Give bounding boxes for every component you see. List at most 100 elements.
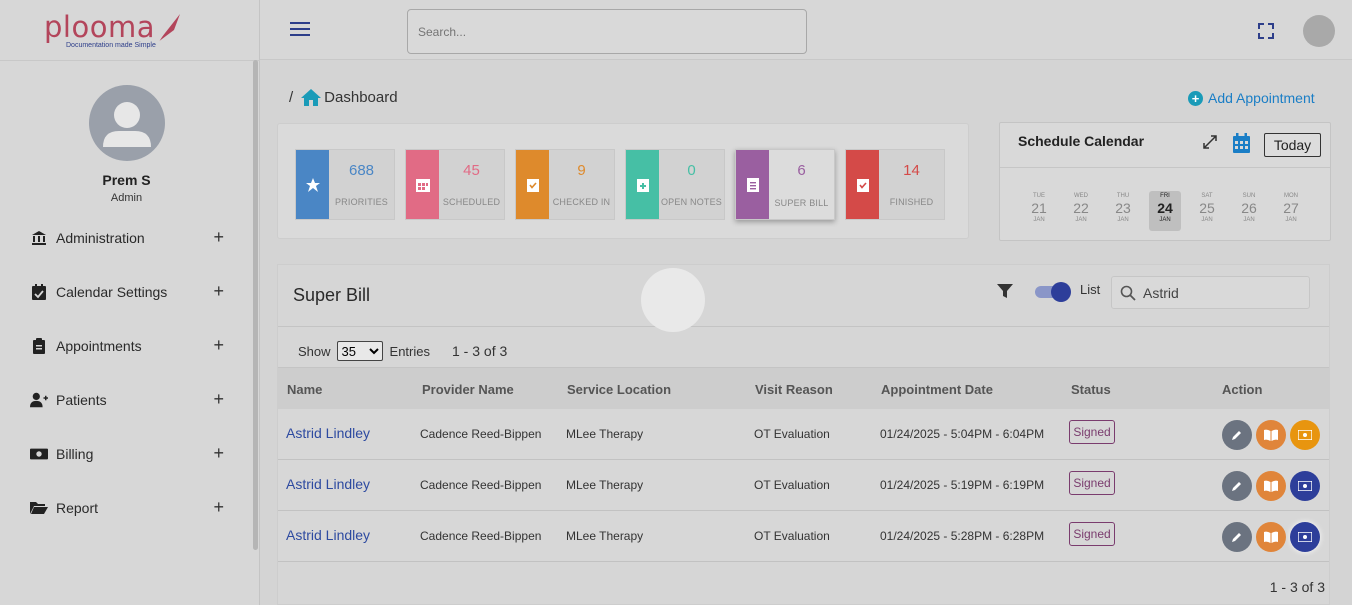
sidebar-item-report[interactable]: Report + xyxy=(30,496,230,520)
stat-label: PRIORITIES xyxy=(334,197,388,207)
day-month: JAN xyxy=(1243,217,1255,223)
money-bill-icon xyxy=(1298,532,1312,542)
list-view-toggle[interactable] xyxy=(1035,282,1071,302)
expand-plus-icon[interactable]: + xyxy=(213,444,224,462)
calendar-day-selected[interactable]: FRI 24 JAN xyxy=(1149,191,1181,231)
today-button[interactable]: Today xyxy=(1264,133,1321,157)
global-search-input[interactable] xyxy=(407,9,807,54)
table-row: Astrid Lindley Cadence Reed-Bippen MLee … xyxy=(278,511,1329,562)
calendar-day[interactable]: MON 27 JAN xyxy=(1275,191,1307,231)
logo-tagline: Documentation made Simple xyxy=(66,42,156,49)
edit-button[interactable] xyxy=(1222,471,1252,501)
table-header: Name Provider Name Service Location Visi… xyxy=(278,367,1329,409)
day-number: 24 xyxy=(1157,200,1173,216)
day-number: 25 xyxy=(1199,200,1215,216)
breadcrumb-separator: / xyxy=(289,89,294,106)
patient-name-link[interactable]: Astrid Lindley xyxy=(286,527,370,543)
stat-scheduled[interactable]: 45 SCHEDULED xyxy=(405,149,505,220)
expand-plus-icon[interactable]: + xyxy=(213,336,224,354)
patient-name-link[interactable]: Astrid Lindley xyxy=(286,476,370,492)
user-avatar xyxy=(89,85,165,161)
sidebar-item-administration[interactable]: Administration + xyxy=(30,226,230,250)
pagination-range: 1 - 3 of 3 xyxy=(452,343,508,359)
breadcrumb-current[interactable]: Dashboard xyxy=(324,89,397,106)
sidebar-scrollbar[interactable] xyxy=(253,60,258,550)
user-role: Admin xyxy=(110,192,143,204)
location-cell: MLee Therapy xyxy=(566,427,644,441)
column-header[interactable]: Service Location xyxy=(567,382,671,397)
sidebar-divider xyxy=(0,60,260,61)
patient-name-link[interactable]: Astrid Lindley xyxy=(286,425,370,441)
entries-select[interactable]: 35 xyxy=(336,341,383,361)
profile-avatar[interactable] xyxy=(1303,15,1335,47)
stat-value: 6 xyxy=(797,162,806,179)
provider-cell: Cadence Reed-Bippen xyxy=(420,478,542,492)
bill-button[interactable] xyxy=(1290,522,1320,552)
add-appointment-link[interactable]: + Add Appointment xyxy=(1188,90,1315,106)
stat-label: OPEN NOTES xyxy=(660,197,722,207)
edit-button[interactable] xyxy=(1222,420,1252,450)
sidebar-item-calendar-settings[interactable]: Calendar Settings + xyxy=(30,280,230,304)
calendar-day[interactable]: SUN 26 JAN xyxy=(1233,191,1265,231)
calendar-day[interactable]: THU 23 JAN xyxy=(1107,191,1139,231)
clipboard-done-icon xyxy=(846,150,879,219)
notes-button[interactable] xyxy=(1256,522,1286,552)
clipboard-check-icon xyxy=(516,150,549,219)
stat-super-bill[interactable]: 6 SUPER BILL xyxy=(735,149,835,220)
calendar-day[interactable]: WED 22 JAN xyxy=(1065,191,1097,231)
bill-button[interactable] xyxy=(1290,420,1320,450)
day-number: 26 xyxy=(1241,200,1257,216)
edit-button[interactable] xyxy=(1222,522,1252,552)
sidebar-item-appointments[interactable]: Appointments + xyxy=(30,334,230,358)
column-header[interactable]: Provider Name xyxy=(422,382,514,397)
column-header[interactable]: Appointment Date xyxy=(881,382,993,397)
entries-label: Entries xyxy=(389,343,430,359)
stat-finished[interactable]: 14 FINISHED xyxy=(845,149,945,220)
expand-plus-icon[interactable]: + xyxy=(213,498,224,516)
plooma-logo[interactable]: plooma Documentation made Simple xyxy=(44,12,194,54)
stat-value: 9 xyxy=(577,162,586,179)
expand-plus-icon[interactable]: + xyxy=(213,282,224,300)
calendar-day[interactable]: SAT 25 JAN xyxy=(1191,191,1223,231)
notes-button[interactable] xyxy=(1256,471,1286,501)
panel-divider xyxy=(278,326,1329,327)
stat-open-notes[interactable]: 0 OPEN NOTES xyxy=(625,149,725,220)
sidebar-item-patients[interactable]: Patients + xyxy=(30,388,230,412)
bill-button[interactable] xyxy=(1290,471,1320,501)
super-bill-panel: Super Bill List Astrid Show 35 Entries 1… xyxy=(277,264,1330,605)
home-icon[interactable] xyxy=(301,89,322,106)
calendar-icon[interactable] xyxy=(1233,133,1250,153)
provider-cell: Cadence Reed-Bippen xyxy=(420,529,542,543)
notes-button[interactable] xyxy=(1256,420,1286,450)
calendar-title: Schedule Calendar xyxy=(1018,133,1145,149)
stat-label: FINISHED xyxy=(889,197,934,207)
expand-plus-icon[interactable]: + xyxy=(213,390,224,408)
day-month: JAN xyxy=(1075,217,1087,223)
filter-icon[interactable] xyxy=(997,283,1013,299)
reason-cell: OT Evaluation xyxy=(754,427,830,441)
stat-priorities[interactable]: 688 PRIORITIES xyxy=(295,149,395,220)
table-search-input[interactable]: Astrid xyxy=(1111,276,1310,309)
folder-open-icon xyxy=(30,499,48,517)
provider-cell: Cadence Reed-Bippen xyxy=(420,427,542,441)
day-month: JAN xyxy=(1285,217,1297,223)
column-header[interactable]: Status xyxy=(1071,382,1111,397)
table-row: Astrid Lindley Cadence Reed-Bippen MLee … xyxy=(278,460,1329,511)
day-month: JAN xyxy=(1117,217,1129,223)
expand-icon[interactable] xyxy=(1203,135,1217,149)
day-month: JAN xyxy=(1159,217,1171,223)
stats-card: 688 PRIORITIES 45 SCHEDULED 9 CHECKED IN 0 O… xyxy=(277,123,969,239)
stat-checked-in[interactable]: 9 CHECKED IN xyxy=(515,149,615,220)
expand-plus-icon[interactable]: + xyxy=(213,228,224,246)
sidebar-item-billing[interactable]: Billing + xyxy=(30,442,230,466)
hamburger-menu-icon[interactable] xyxy=(290,22,310,38)
open-book-icon xyxy=(1264,480,1278,492)
date-cell: 01/24/2025 - 5:19PM - 6:19PM xyxy=(880,478,1045,492)
sidebar-item-label: Appointments xyxy=(56,338,142,354)
day-number: 21 xyxy=(1031,200,1047,216)
column-header[interactable]: Visit Reason xyxy=(755,382,833,397)
column-header[interactable]: Name xyxy=(287,382,322,397)
calendar-day[interactable]: TUE 21 JAN xyxy=(1023,191,1055,231)
fullscreen-icon[interactable] xyxy=(1258,23,1274,39)
calendar-divider xyxy=(1000,167,1330,168)
